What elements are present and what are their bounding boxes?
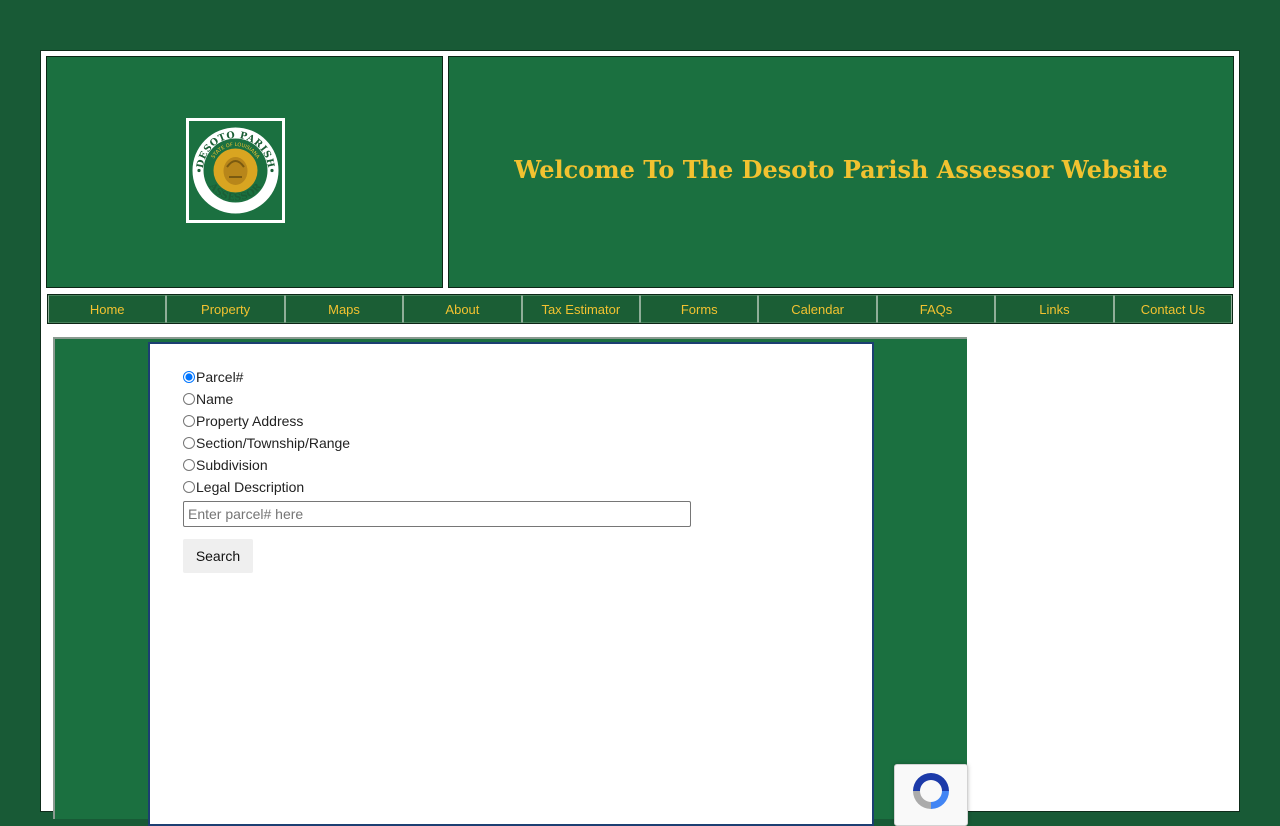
main-navigation: Home Property Maps About Tax Estimator F… xyxy=(47,294,1233,324)
radio-property-address[interactable] xyxy=(183,415,195,427)
search-option-property-address[interactable]: Property Address xyxy=(183,410,350,432)
search-option-name[interactable]: Name xyxy=(183,388,350,410)
search-button[interactable]: Search xyxy=(183,539,253,573)
radio-parcel-label: Parcel# xyxy=(196,369,244,385)
radio-legal-description[interactable] xyxy=(183,481,195,493)
content-area: Parcel# Name Property Address Section/To… xyxy=(53,337,967,826)
nav-contact-us[interactable]: Contact Us xyxy=(1113,295,1233,323)
radio-property-address-label: Property Address xyxy=(196,413,304,429)
nav-about[interactable]: About xyxy=(403,295,522,323)
nav-maps[interactable]: Maps xyxy=(284,295,404,323)
search-input[interactable] xyxy=(183,501,691,527)
radio-section-township-range[interactable] xyxy=(183,437,195,449)
search-option-legal-description[interactable]: Legal Description xyxy=(183,476,350,498)
nav-faqs[interactable]: FAQs xyxy=(876,295,996,323)
nav-property[interactable]: Property xyxy=(166,295,285,323)
nav-links[interactable]: Links xyxy=(995,295,1114,323)
radio-legal-description-label: Legal Description xyxy=(196,479,305,495)
seal-icon: DESOTO PARISH ASSESSOR STATE OF LOUISIAN… xyxy=(189,121,282,220)
assessor-seal-logo: DESOTO PARISH ASSESSOR STATE OF LOUISIAN… xyxy=(186,118,285,223)
radio-parcel[interactable] xyxy=(183,371,195,383)
search-option-parcel[interactable]: Parcel# xyxy=(183,366,350,388)
recaptcha-badge[interactable] xyxy=(894,764,968,826)
nav-tax-estimator[interactable]: Tax Estimator xyxy=(521,295,641,323)
radio-subdivision[interactable] xyxy=(183,459,195,471)
recaptcha-icon xyxy=(913,773,949,809)
welcome-banner: Welcome To The Desoto Parish Assessor We… xyxy=(448,56,1234,288)
radio-name-label: Name xyxy=(196,391,234,407)
logo-panel: DESOTO PARISH ASSESSOR STATE OF LOUISIAN… xyxy=(46,56,443,288)
search-option-section-township-range[interactable]: Section/Township/Range xyxy=(183,432,350,454)
page-title: Welcome To The Desoto Parish Assessor We… xyxy=(514,155,1168,184)
page-container: DESOTO PARISH ASSESSOR STATE OF LOUISIAN… xyxy=(40,50,1240,826)
nav-forms[interactable]: Forms xyxy=(640,295,759,323)
nav-home[interactable]: Home xyxy=(48,295,167,323)
property-search-panel: Parcel# Name Property Address Section/To… xyxy=(148,342,874,826)
nav-calendar[interactable]: Calendar xyxy=(758,295,877,323)
radio-section-township-range-label: Section/Township/Range xyxy=(196,435,351,451)
radio-subdivision-label: Subdivision xyxy=(196,457,268,473)
search-option-subdivision[interactable]: Subdivision xyxy=(183,454,350,476)
radio-name[interactable] xyxy=(183,393,195,405)
search-type-radio-group: Parcel# Name Property Address Section/To… xyxy=(183,366,350,498)
